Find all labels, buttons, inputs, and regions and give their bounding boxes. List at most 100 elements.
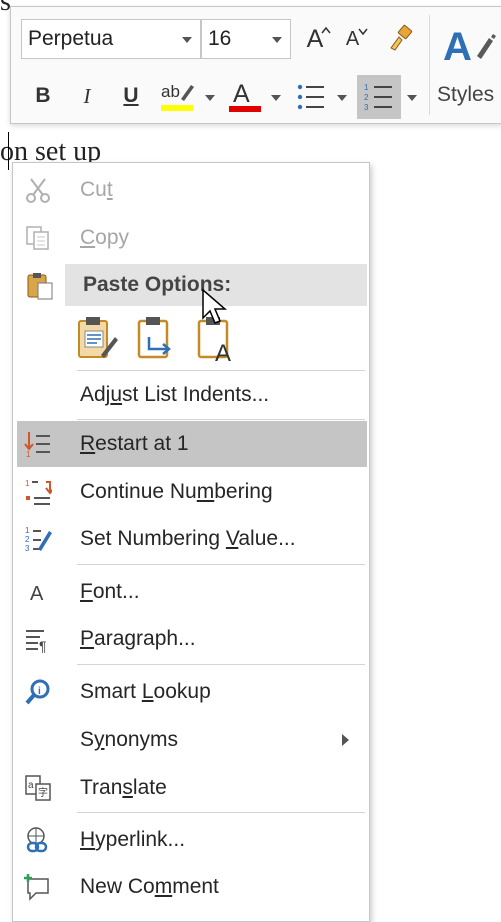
context-menu: Cut Copy Paste Options: A Adjust List In… — [12, 162, 370, 922]
translate-icon: a字 — [23, 773, 53, 803]
submenu-arrow-icon — [342, 734, 349, 746]
menu-item-set-numbering-value[interactable]: 123 Set Numbering Value... — [17, 516, 367, 562]
svg-text:2: 2 — [364, 93, 369, 102]
menu-item-new-comment[interactable]: New Comment — [17, 864, 367, 910]
menu-label-restart-at-1: Restart at 1 — [80, 432, 189, 455]
copy-icon — [23, 223, 53, 253]
paste-merge-formatting-button[interactable] — [135, 315, 179, 363]
paste-merge-icon — [137, 317, 171, 359]
menu-label-copy: Copy — [80, 226, 130, 249]
bold-button[interactable]: B — [29, 79, 57, 113]
font-name-combo[interactable]: Perpetua — [21, 19, 201, 59]
mini-toolbar: Perpetua 16 A A A Styles B I U ab A 1 2 … — [10, 6, 501, 124]
paragraph-icon: ¶ — [23, 624, 53, 654]
menu-label-smart-lookup: Smart Lookup — [80, 680, 211, 703]
font-size-combo[interactable]: 16 — [201, 19, 291, 59]
new-comment-icon — [23, 872, 53, 902]
menu-label-new-comment: New Comment — [80, 875, 219, 898]
font-size-value: 16 — [208, 27, 232, 50]
text-caret — [8, 132, 9, 170]
menu-item-font[interactable]: A Font... — [17, 569, 367, 615]
styles-icon-button[interactable]: A — [439, 17, 499, 73]
menu-separator — [77, 664, 365, 665]
menu-item-continue-numbering[interactable]: 1 Continue Numbering — [17, 469, 367, 515]
highlight-dropdown-icon[interactable] — [205, 95, 215, 101]
bullets-icon — [297, 84, 324, 110]
format-painter-button[interactable] — [383, 21, 419, 57]
menu-item-hyperlink[interactable]: Hyperlink... — [17, 817, 367, 863]
shrink-font-button[interactable]: A — [341, 21, 373, 57]
menu-label-adjust-list-indents: Adjust List Indents... — [80, 383, 270, 406]
bullets-dropdown-icon[interactable] — [337, 95, 347, 101]
svg-text:A: A — [233, 80, 250, 108]
numbering-dropdown-icon[interactable] — [407, 95, 417, 101]
highlight-icon: ab — [161, 82, 194, 111]
svg-text:3: 3 — [25, 544, 30, 553]
shrink-font-icon: A — [345, 27, 360, 50]
svg-text:ab: ab — [161, 82, 180, 101]
menu-label-continue-numbering: Continue Numbering — [80, 480, 273, 503]
menu-item-smart-lookup[interactable]: i Smart Lookup — [17, 669, 367, 715]
font-color-button[interactable]: A — [225, 77, 265, 117]
menu-separator — [77, 419, 365, 420]
grow-font-button[interactable]: A — [303, 21, 335, 57]
svg-text:2: 2 — [25, 535, 30, 544]
menu-label-font: Font... — [80, 580, 140, 603]
menu-label-hyperlink: Hyperlink... — [80, 828, 186, 851]
menu-item-translate[interactable]: a字 Translate — [17, 765, 367, 811]
svg-text:1: 1 — [25, 526, 30, 535]
paste-keep-source-formatting-button[interactable] — [75, 315, 119, 363]
numbering-button[interactable]: 1 2 3 — [357, 75, 401, 119]
smart-lookup-icon: i — [23, 677, 53, 707]
highlight-button[interactable]: ab — [157, 77, 199, 117]
svg-text:1: 1 — [25, 479, 30, 488]
paste-icon — [25, 271, 55, 301]
bullets-button[interactable] — [291, 77, 331, 117]
font-size-dropdown-icon[interactable] — [272, 37, 282, 43]
styles-label[interactable]: Styles — [437, 83, 494, 107]
hyperlink-icon — [23, 825, 53, 855]
format-painter-icon — [390, 24, 413, 51]
menu-separator — [77, 564, 365, 565]
underline-button[interactable]: U — [117, 79, 145, 113]
menu-item-restart-at-1[interactable]: 1 Restart at 1 — [17, 421, 367, 467]
paste-keep-formatting-icon — [78, 317, 118, 358]
menu-label-translate: Translate — [80, 776, 167, 799]
menu-label-synonyms: Synonyms — [80, 728, 179, 751]
menu-separator — [77, 812, 365, 813]
font-icon: A — [23, 577, 53, 607]
menu-label-set-numbering-value: Set Numbering Value... — [80, 527, 296, 550]
menu-item-paragraph[interactable]: ¶ Paragraph... — [17, 616, 367, 662]
svg-text:1: 1 — [364, 83, 369, 92]
svg-text:字: 字 — [38, 786, 48, 799]
italic-button[interactable]: I — [73, 79, 101, 113]
up-caret-icon — [321, 26, 331, 34]
svg-text:A: A — [215, 340, 231, 363]
font-name-value: Perpetua — [28, 27, 114, 50]
numbering-icon: 1 2 3 — [364, 83, 392, 112]
svg-text:1: 1 — [26, 450, 31, 458]
font-name-dropdown-icon[interactable] — [182, 37, 192, 43]
set-numbering-value-icon: 123 — [23, 524, 53, 554]
svg-text:3: 3 — [364, 103, 369, 112]
menu-separator — [77, 370, 365, 371]
font-color-dropdown-icon[interactable] — [271, 95, 281, 101]
menu-item-adjust-list-indents[interactable]: Adjust List Indents... — [17, 372, 367, 418]
paste-options-group: A — [75, 315, 275, 367]
styles-icon: A — [443, 25, 496, 69]
svg-text:¶: ¶ — [39, 638, 47, 653]
svg-text:a: a — [28, 780, 34, 791]
continue-numbering-icon: 1 — [23, 477, 53, 507]
restart-numbering-icon: 1 — [23, 429, 53, 459]
menu-item-copy[interactable]: Copy — [17, 215, 367, 261]
scissors-icon — [23, 175, 53, 205]
mouse-pointer-icon — [202, 288, 228, 324]
svg-text:i: i — [38, 686, 41, 697]
menu-item-synonyms[interactable]: Synonyms — [17, 717, 367, 763]
svg-text:A: A — [30, 583, 44, 605]
svg-text:A: A — [443, 25, 472, 69]
menu-label-paragraph: Paragraph... — [80, 627, 196, 650]
toolbar-separator — [429, 15, 430, 115]
menu-item-cut[interactable]: Cut — [17, 167, 367, 213]
font-color-icon: A — [229, 80, 261, 112]
